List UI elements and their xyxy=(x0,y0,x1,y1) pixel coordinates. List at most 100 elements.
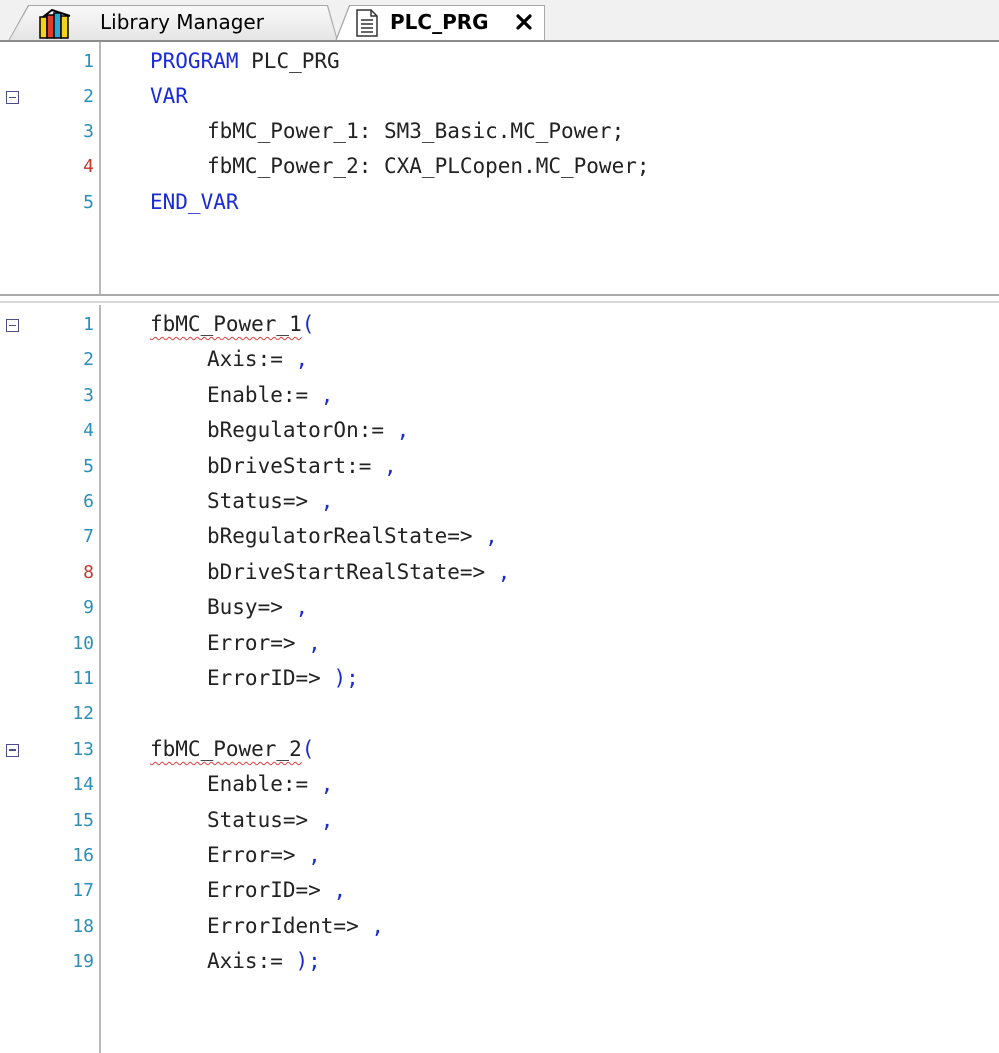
parameter: bDriveStart:= xyxy=(207,453,372,478)
line-number: 16 xyxy=(72,845,94,866)
declaration-editor[interactable]: 1 PROGRAM PLC_PRG 2 VAR 3 fbMC_Power_1: … xyxy=(0,42,999,294)
code-line[interactable]: 2 VAR xyxy=(0,80,999,115)
code-line[interactable]: 16 Error=> , xyxy=(0,839,999,874)
code-line[interactable]: 9 Busy=> , xyxy=(0,591,999,626)
code-line[interactable]: 1 fbMC_Power_1( xyxy=(0,308,999,343)
code-line[interactable]: 3 fbMC_Power_1: SM3_Basic.MC_Power; xyxy=(0,115,999,150)
parameter: bDriveStartRealState=> xyxy=(207,559,486,584)
code-line[interactable]: 7 bRegulatorRealState=> , xyxy=(0,520,999,555)
code-text: Enable:= , xyxy=(207,383,333,407)
code-line[interactable]: 13 fbMC_Power_2( xyxy=(0,733,999,768)
code-line[interactable]: 8 bDriveStartRealState=> , xyxy=(0,556,999,591)
parameter: Status=> xyxy=(207,489,309,513)
keyword: END_VAR xyxy=(150,190,239,214)
code-text: bRegulatorRealState=> , xyxy=(207,524,498,548)
parameter: ErrorIdent=> xyxy=(207,913,359,938)
line-number: 3 xyxy=(83,121,94,142)
punctuation: , xyxy=(295,843,321,867)
close-tab-icon[interactable] xyxy=(513,11,535,33)
line-number: 3 xyxy=(83,384,94,406)
punctuation: ( xyxy=(301,736,315,761)
line-number: 11 xyxy=(72,668,94,689)
document-icon xyxy=(356,9,378,37)
code-line[interactable]: 11 ErrorID=> ); xyxy=(0,662,999,697)
keyword: VAR xyxy=(150,84,188,108)
code-line[interactable]: 10 Error=> , xyxy=(0,627,999,662)
code-text: bDriveStartRealState=> , xyxy=(207,560,510,584)
parameter: Axis:= xyxy=(207,949,283,974)
line-number: 13 xyxy=(72,738,94,760)
keyword: PROGRAM xyxy=(150,49,239,73)
code-line[interactable]: 19 Axis:= ); xyxy=(0,945,999,980)
code-line[interactable]: 5 bDriveStart:= , xyxy=(0,450,999,485)
code-text: Axis:= , xyxy=(207,347,308,371)
implementation-editor[interactable]: 1 fbMC_Power_1(2 Axis:= , 3 Enable:= , 4 bRegu… xyxy=(0,305,999,1053)
line-number: 18 xyxy=(72,915,94,937)
code-text: bRegulatorOn:= , xyxy=(207,418,409,442)
identifier-error: fbMC_Power_1 xyxy=(150,312,302,336)
code-text: ErrorIdent=> , xyxy=(207,914,384,938)
line-number: 1 xyxy=(83,51,94,72)
punctuation: , xyxy=(282,595,309,620)
code-text: Enable:= , xyxy=(207,772,333,796)
parameter: Axis:= xyxy=(207,347,283,372)
code-text: Busy=> , xyxy=(207,595,308,619)
identifier-error: fbMC_Power_2 xyxy=(150,736,302,761)
parameter: Error=> xyxy=(207,630,296,655)
tab-plc-prg[interactable]: PLC_PRG xyxy=(335,5,545,41)
code-line[interactable]: 5 END_VAR xyxy=(0,186,999,221)
code-text: Error=> , xyxy=(207,631,321,655)
parameter: ErrorID=> xyxy=(207,878,321,903)
editor-tab-strip: Library Manager PLC_PRG xyxy=(0,0,999,42)
punctuation: ); xyxy=(320,666,359,690)
parameter: Busy=> xyxy=(207,595,283,620)
code-line[interactable]: 6 Status=> , xyxy=(0,485,999,520)
code-line[interactable]: 4 fbMC_Power_2: CXA_PLCopen.MC_Power; xyxy=(0,150,999,185)
code-line[interactable]: 15 Status=> , xyxy=(0,804,999,839)
punctuation: , xyxy=(308,772,334,797)
code-line[interactable]: 18 ErrorIdent=> , xyxy=(0,910,999,945)
code-text: Axis:= ); xyxy=(207,949,321,973)
line-number: 12 xyxy=(72,703,94,725)
line-number: 4 xyxy=(83,420,94,442)
parameter: bRegulatorOn:= xyxy=(207,418,385,443)
tab-library-manager[interactable]: Library Manager xyxy=(8,5,338,41)
identifier: PLC_PRG xyxy=(238,49,340,73)
line-number: 5 xyxy=(83,455,94,477)
code-line[interactable]: 2 Axis:= , xyxy=(0,343,999,378)
pane-splitter[interactable] xyxy=(0,294,999,305)
punctuation: , xyxy=(472,524,498,549)
code-line[interactable]: 14 Enable:= , xyxy=(0,768,999,803)
code-text: fbMC_Power_2( xyxy=(150,737,314,761)
parameter: Enable:= xyxy=(207,382,309,407)
code-line[interactable]: 1 PROGRAM PLC_PRG xyxy=(0,45,999,80)
parameter: Status=> xyxy=(207,807,309,832)
line-number-modified: 4 xyxy=(83,156,94,177)
punctuation: , xyxy=(320,878,347,903)
line-number: 7 xyxy=(83,526,94,548)
punctuation: , xyxy=(384,418,410,443)
line-number-modified: 8 xyxy=(83,561,94,583)
punctuation: , xyxy=(295,630,321,655)
punctuation: , xyxy=(282,347,309,372)
code-text: Status=> , xyxy=(207,808,333,832)
code-line[interactable]: 4 bRegulatorOn:= , xyxy=(0,414,999,449)
line-number: 19 xyxy=(72,951,94,973)
line-number: 1 xyxy=(83,314,94,335)
punctuation: , xyxy=(308,382,334,407)
tab-library-manager-label: Library Manager xyxy=(100,10,264,34)
code-text: bDriveStart:= , xyxy=(207,454,397,478)
code-line[interactable]: 12 xyxy=(0,697,999,732)
code-line[interactable]: 3 Enable:= , xyxy=(0,379,999,414)
line-number: 10 xyxy=(72,632,94,654)
punctuation: ( xyxy=(301,312,315,336)
library-icon xyxy=(39,9,71,39)
code-text: fbMC_Power_1( xyxy=(150,312,314,336)
code-text: Error=> , xyxy=(207,843,321,867)
parameter: Enable:= xyxy=(207,772,309,797)
code-line[interactable]: 17 ErrorID=> , xyxy=(0,874,999,909)
code-text: Status=> , xyxy=(207,489,333,513)
punctuation: , xyxy=(485,559,511,584)
line-number: 2 xyxy=(83,86,94,107)
code-text: fbMC_Power_2: CXA_PLCopen.MC_Power; xyxy=(207,154,650,178)
